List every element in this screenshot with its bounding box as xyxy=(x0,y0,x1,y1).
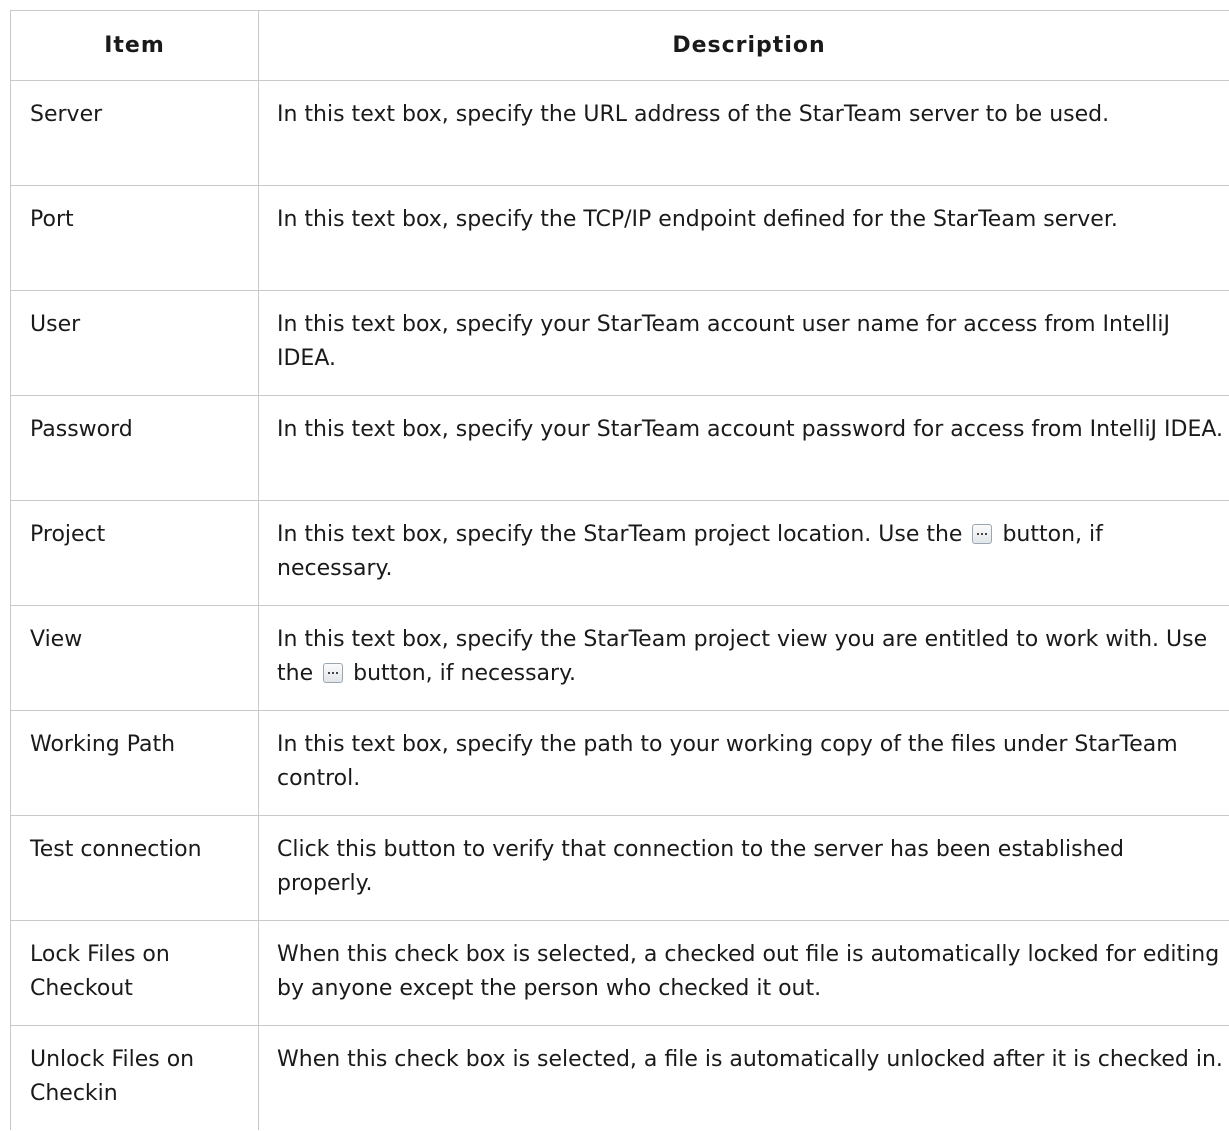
table-row: Port In this text box, specify the TCP/I… xyxy=(10,185,1229,291)
description-cell: In this text box, specify the StarTeam p… xyxy=(258,500,1229,606)
table-row: Server In this text box, specify the URL… xyxy=(10,80,1229,186)
description-cell: In this text box, specify the path to yo… xyxy=(258,710,1229,816)
table-row: Project In this text box, specify the St… xyxy=(10,500,1229,606)
column-header-description: Description xyxy=(258,10,1229,81)
item-cell: Project xyxy=(10,500,259,606)
ellipsis-button-icon xyxy=(323,663,344,683)
table-row: Lock Files on Checkout When this check b… xyxy=(10,920,1229,1026)
item-cell: Server xyxy=(10,80,259,186)
reference-table: Item Description Server In this text box… xyxy=(10,10,1229,1130)
description-cell: In this text box, specify your StarTeam … xyxy=(258,290,1229,396)
description-cell: When this check box is selected, a check… xyxy=(258,920,1229,1026)
table-row: Password In this text box, specify your … xyxy=(10,395,1229,501)
description-cell: Click this button to verify that connect… xyxy=(258,815,1229,921)
column-header-item: Item xyxy=(10,10,259,81)
table-body: Server In this text box, specify the URL… xyxy=(10,80,1229,1130)
table-row: Unlock Files on Checkin When this check … xyxy=(10,1025,1229,1130)
item-cell: Password xyxy=(10,395,259,501)
header-row: Item Description xyxy=(10,10,1229,81)
table-row: Working Path In this text box, specify t… xyxy=(10,710,1229,816)
table-header: Item Description xyxy=(10,10,1229,81)
description-cell: In this text box, specify the URL addres… xyxy=(258,80,1229,186)
item-cell: Lock Files on Checkout xyxy=(10,920,259,1026)
item-cell: Unlock Files on Checkin xyxy=(10,1025,259,1130)
description-cell: In this text box, specify your StarTeam … xyxy=(258,395,1229,501)
ellipsis-button-icon xyxy=(972,524,993,544)
description-text-before: In this text box, specify the StarTeam p… xyxy=(277,522,963,547)
item-cell: Port xyxy=(10,185,259,291)
table-row: Test connection Click this button to ver… xyxy=(10,815,1229,921)
description-cell: In this text box, specify the StarTeam p… xyxy=(258,605,1229,711)
item-cell: User xyxy=(10,290,259,396)
table-row: User In this text box, specify your Star… xyxy=(10,290,1229,396)
item-cell: Test connection xyxy=(10,815,259,921)
item-cell: View xyxy=(10,605,259,711)
item-cell: Working Path xyxy=(10,710,259,816)
table-row: View In this text box, specify the StarT… xyxy=(10,605,1229,711)
description-text-after: button, if necessary. xyxy=(353,661,576,686)
description-cell: When this check box is selected, a file … xyxy=(258,1025,1229,1130)
description-cell: In this text box, specify the TCP/IP end… xyxy=(258,185,1229,291)
